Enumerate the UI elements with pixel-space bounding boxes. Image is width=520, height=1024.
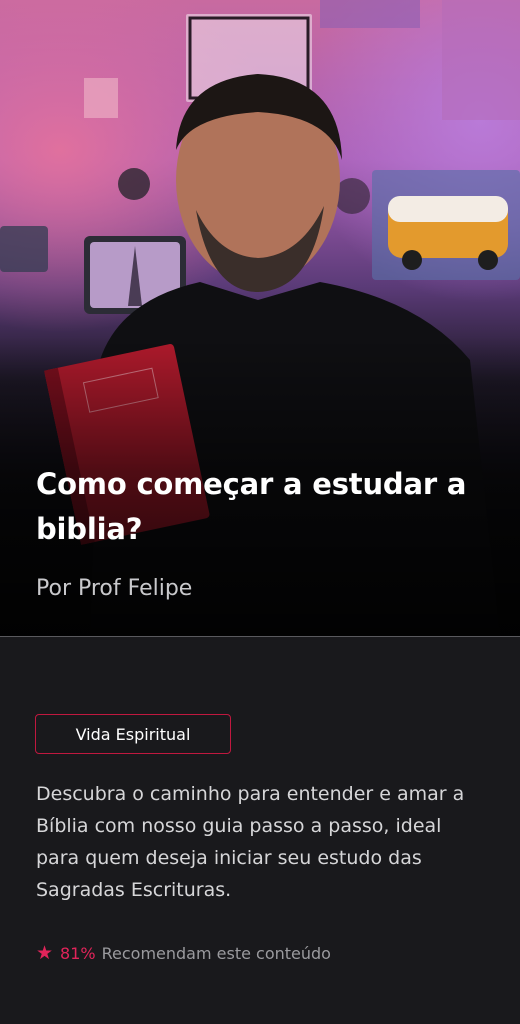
recommendation-label: Recomendam este conteúdo [101, 944, 331, 963]
hero-banner[interactable]: Como começar a estudar a biblia? Por Pro… [0, 0, 520, 636]
star-icon: ★ [36, 942, 54, 964]
section-divider [0, 636, 520, 637]
category-tag[interactable]: Vida Espiritual [35, 714, 231, 754]
article-title: Como começar a estudar a biblia? [36, 467, 467, 546]
recommendation-rating: ★ 81% Recomendam este conteúdo [36, 942, 331, 964]
content-card: Como começar a estudar a biblia? Por Pro… [0, 0, 520, 1024]
article-description: Descubra o caminho para entender e amar … [36, 783, 465, 901]
article-author: Por Prof Felipe [36, 576, 193, 601]
recommendation-percent: 81% [60, 944, 96, 963]
